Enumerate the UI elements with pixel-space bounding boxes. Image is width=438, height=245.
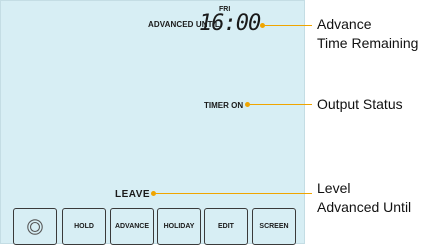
output-status-leader-line bbox=[249, 104, 312, 105]
level-leader-line bbox=[155, 193, 312, 194]
level-callout: Level Advanced Until bbox=[317, 179, 411, 217]
advance-time-callout: Advance Time Remaining bbox=[317, 15, 418, 53]
level-callout-line1: Level bbox=[317, 180, 351, 196]
thermostat-screen: ADVANCED UNTIL FRI 16:00 TIMER ON LEAVE … bbox=[0, 0, 306, 245]
holiday-button[interactable]: HOLIDAY bbox=[157, 208, 201, 245]
hold-button[interactable]: HOLD bbox=[62, 208, 106, 245]
level-callout-line2: Advanced Until bbox=[317, 199, 412, 215]
advance-callout-line1: Advance bbox=[317, 16, 372, 32]
power-icon bbox=[27, 218, 43, 235]
screen-button[interactable]: SCREEN bbox=[252, 208, 296, 245]
output-status-callout: Output Status bbox=[317, 96, 403, 112]
advance-button[interactable]: ADVANCE bbox=[110, 208, 154, 245]
level-text: LEAVE bbox=[115, 189, 151, 200]
power-button[interactable] bbox=[13, 208, 57, 245]
advance-callout-line2: Time Remaining bbox=[317, 35, 419, 51]
advance-time-leader-line bbox=[264, 25, 312, 26]
output-status-text: TIMER ON bbox=[204, 101, 244, 110]
advance-time-display: 16:00 bbox=[199, 11, 261, 36]
edit-button[interactable]: EDIT bbox=[204, 208, 248, 245]
button-row: HOLD ADVANCE HOLIDAY EDIT SCREEN bbox=[1, 208, 306, 245]
